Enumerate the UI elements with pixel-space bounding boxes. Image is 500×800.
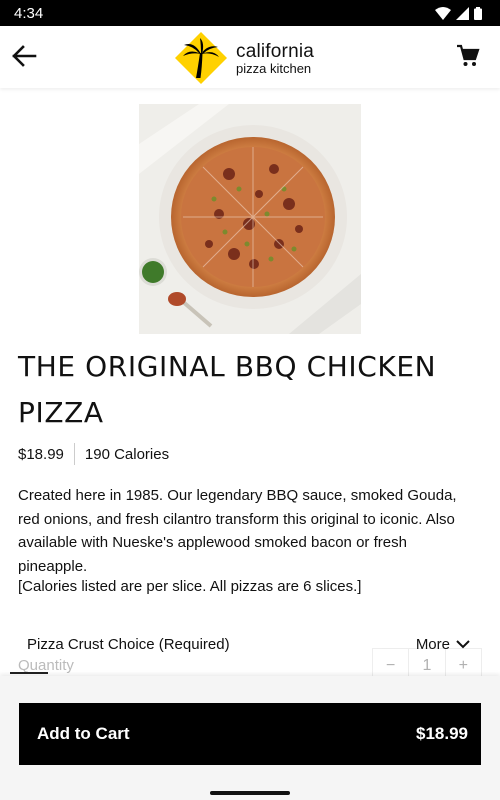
status-bar: 4:34: [0, 0, 500, 26]
product-price: $18.99: [18, 445, 64, 463]
status-icons: [435, 6, 482, 20]
more-label: More: [415, 636, 450, 653]
home-indicator[interactable]: [210, 791, 290, 795]
brand-name: california: [236, 40, 315, 62]
product-calories: 190 Calories: [84, 445, 170, 463]
battery-icon: [474, 6, 482, 20]
product-description: Created here in 1985. Our legendary BBQ …: [18, 487, 457, 575]
app-bar: california pizza kitchen: [0, 26, 500, 88]
brand-logo[interactable]: california pizza kitchen: [174, 31, 314, 85]
brand-subname: pizza kitchen: [236, 60, 312, 76]
add-to-cart-price: $18.99: [416, 724, 468, 743]
shopping-cart-icon: [457, 44, 480, 66]
price-calorie-row: $18.99 190 Calories: [18, 443, 169, 465]
meta-divider: [73, 443, 75, 465]
add-to-cart-button[interactable]: Add to Cart $18.99: [19, 703, 481, 765]
cart-button[interactable]: [452, 40, 484, 72]
crust-choice-label: Pizza Crust Choice (Required): [27, 636, 230, 653]
more-button[interactable]: More: [416, 636, 470, 653]
arrow-left-icon: [12, 45, 37, 67]
add-to-cart-label: Add to Cart: [37, 724, 130, 743]
status-time: 4:34: [14, 4, 44, 22]
calorie-note: [Calories listed are per slice. All pizz…: [18, 578, 362, 595]
chevron-down-icon: [456, 640, 470, 649]
crust-choice-row[interactable]: Pizza Crust Choice (Required) More: [0, 630, 500, 660]
product-image: [139, 104, 361, 334]
palm-tree-logo-icon: [175, 32, 227, 84]
active-tab-indicator: [10, 672, 48, 674]
back-button[interactable]: [8, 40, 40, 72]
product-title: THE ORIGINAL BBQ CHICKEN PIZZA: [18, 350, 437, 429]
signal-icon: [456, 6, 469, 20]
wifi-icon: [435, 6, 451, 20]
